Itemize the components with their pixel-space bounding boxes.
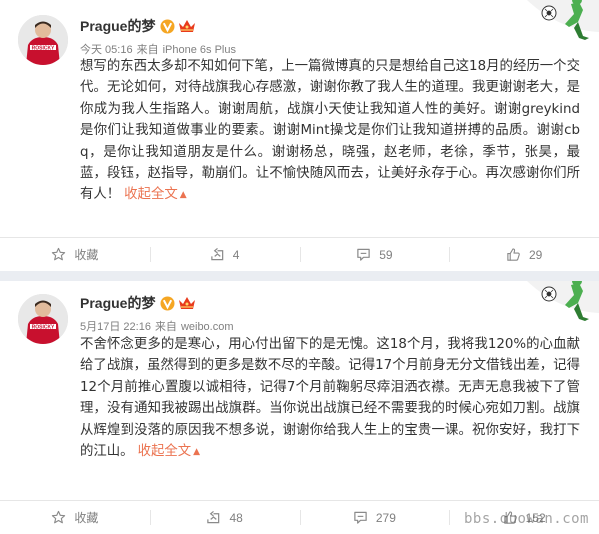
star-icon <box>52 510 66 524</box>
verified-badge-icon <box>160 296 175 310</box>
collapse-label: 收起全文 <box>124 187 178 203</box>
repost-icon <box>207 510 220 524</box>
football-decoration-icon <box>527 281 599 321</box>
post-source: iPhone 6s Plus <box>162 44 236 56</box>
post-text: 想写的东西太多却不知如何下笔，上一篇微博真的只是想给自己这18月的经历一个交代。… <box>80 56 580 207</box>
post-text: 不舍怀念更多的是寒心，用心付出留下的是无愧。这18个月，我将我120%的心血献给… <box>80 334 580 463</box>
site-watermark: bbs.duowan.com <box>463 511 589 527</box>
comment-button[interactable]: 279 <box>299 501 450 534</box>
comment-icon <box>357 248 370 261</box>
vip-crown-icon[interactable] <box>178 19 196 33</box>
post-body: 不舍怀念更多的是寒心，用心付出留下的是无愧。这18个月，我将我120%的心血献给… <box>80 337 580 460</box>
collapse-full-text-link[interactable]: 收起全文 ▲ <box>138 444 200 459</box>
favorite-label: 收藏 <box>74 248 99 262</box>
svg-text:ROSICKY: ROSICKY <box>32 45 55 51</box>
post-time[interactable]: 今天 05:16 <box>80 44 133 56</box>
post-source: weibo.com <box>180 321 234 333</box>
star-icon <box>52 247 66 261</box>
username[interactable]: Prague的梦 <box>80 293 155 313</box>
thumbs-up-icon <box>507 248 520 261</box>
like-button[interactable]: 29 <box>449 238 599 271</box>
svg-text:ROSICKY: ROSICKY <box>32 324 55 330</box>
comment-count: 59 <box>379 247 393 262</box>
post-time[interactable]: 5月17日 22:16 <box>80 321 151 333</box>
favorite-label: 收藏 <box>74 511 99 525</box>
source-prefix: 来自 <box>154 321 177 333</box>
comment-icon <box>354 511 367 524</box>
action-bar: 收藏 4 59 29 <box>0 237 599 271</box>
collapse-label: 收起全文 <box>137 444 192 460</box>
collapse-arrow-icon: ▲ <box>179 190 187 201</box>
username[interactable]: Prague的梦 <box>80 16 155 36</box>
repost-button[interactable]: 4 <box>149 238 300 271</box>
source-prefix: 来自 <box>136 44 159 56</box>
verified-badge-icon <box>160 19 175 33</box>
repost-count: 4 <box>232 247 240 262</box>
collapse-arrow-icon: ▲ <box>193 447 201 458</box>
weibo-post-card: ROSICKY Prague的梦 今天 05:16 来自 iPhone 6s Plu… <box>0 0 599 271</box>
favorite-button[interactable]: 收藏 <box>0 501 150 534</box>
like-count: 29 <box>528 247 543 262</box>
post-body: 想写的东西太多却不知如何下笔，上一篇微博真的只是想给自己这18月的经历一个交代。… <box>80 59 580 203</box>
vip-crown-icon[interactable] <box>178 296 196 310</box>
comment-button[interactable]: 59 <box>299 238 450 271</box>
favorite-button[interactable]: 收藏 <box>0 238 150 271</box>
avatar[interactable]: ROSICKY <box>18 15 68 65</box>
repost-count: 48 <box>229 510 243 525</box>
weibo-post-card: ROSICKY Prague的梦 5月17日 22:16 来自 weibo.com <box>0 281 599 534</box>
comment-count: 279 <box>375 510 396 525</box>
repost-button[interactable]: 48 <box>149 501 300 534</box>
avatar[interactable]: ROSICKY <box>18 294 68 344</box>
collapse-full-text-link[interactable]: 收起全文 ▲ <box>124 187 186 202</box>
football-decoration-icon <box>527 0 599 40</box>
repost-icon <box>211 247 224 261</box>
